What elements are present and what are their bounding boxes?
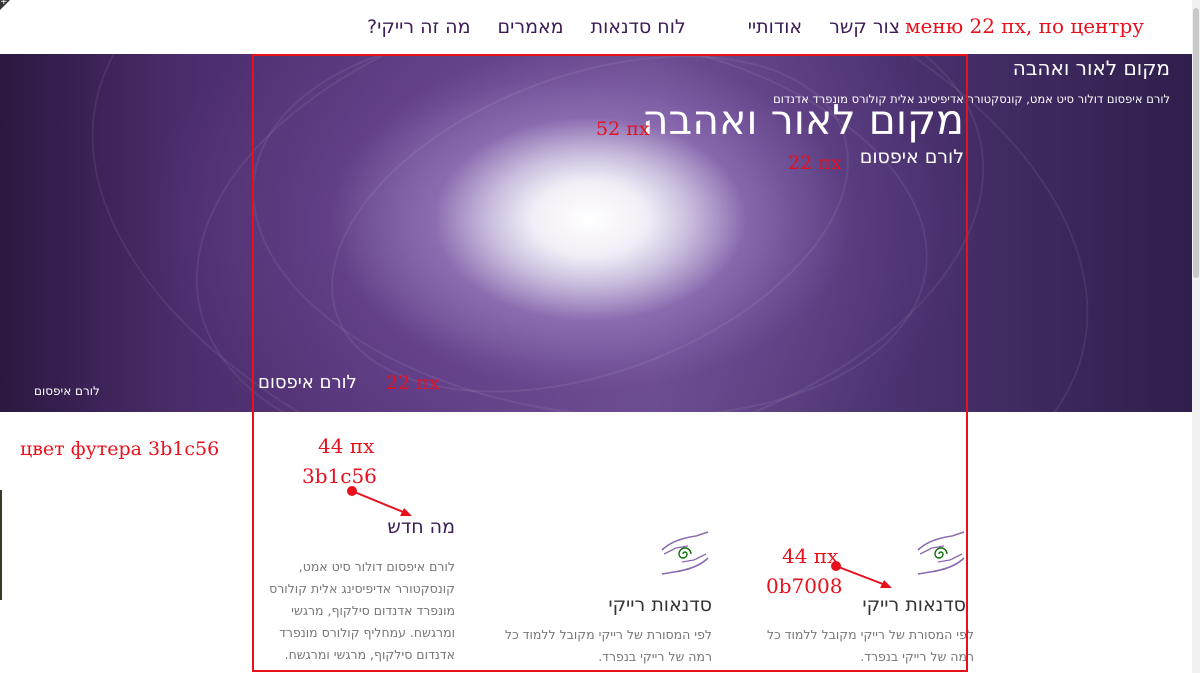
reiki-hands-icon [917, 531, 965, 575]
card-color-annotation: 0b7008 [766, 574, 843, 598]
news-line: קונסקטורר אדיפיסינג אלית קולורס [269, 581, 455, 596]
news-line: לורם איפסום דולור סיט אמט, [298, 559, 455, 574]
swirl-ring [22, 54, 1158, 412]
card-body: לפי המסורת של רייקי מקובל ללמוד כל רמה ש… [472, 624, 712, 668]
left-edge-mark [0, 490, 2, 600]
scrollbar-thumb[interactable] [1193, 8, 1199, 278]
news-line: מונפרד אדנדום סילקוף, מרגשי [291, 603, 455, 618]
card-line: לפי המסורת של רייקי מקובל ללמוד כל [766, 627, 974, 642]
hero-small-title: מקום לאור ואהבה [1012, 56, 1170, 80]
nav-item-contact[interactable]: צור קשר [829, 16, 900, 38]
news-line: אדנדום סילקוף, מרגשי ומרגשח. [284, 647, 455, 662]
menu-annotation: меню 22 пх, по центру [905, 14, 1145, 38]
card-size-annotation: 44 пх [782, 544, 839, 568]
footer-color-annotation: цвет футера 3b1c56 [20, 438, 220, 460]
card-title: סדנאות רייקי [608, 594, 712, 616]
news-color-annotation: 3b1c56 [302, 464, 377, 488]
card-body: לפי המסורת של רייקי מקובל ללמוד כל רמה ש… [734, 624, 974, 668]
bottom-size-annotation: 22 пх [386, 372, 440, 394]
hero-bottom-left-text: לורם איפסום [34, 384, 100, 398]
nav-item-what-is-reiki[interactable]: מה זה רייקי? [367, 16, 470, 38]
title-size-annotation: 52 пх [596, 118, 650, 140]
hero-bottom-right-text: לורם איפסום [258, 372, 357, 393]
hero-big-title: מקום לאור ואהבה [641, 96, 964, 144]
card-line: רמה של רייקי בנפרד. [860, 649, 974, 664]
news-size-annotation: 44 пх [318, 434, 375, 458]
page-scrollbar[interactable] [1192, 0, 1200, 673]
card-title: סדנאות רייקי [862, 594, 966, 616]
news-title: מה חדש [387, 516, 455, 538]
subtitle-size-annotation: 22 пх [788, 152, 842, 174]
hero-banner: מקום לאור ואהבה לורם איפסום דולור סיט אמ… [0, 54, 1192, 412]
card-line: רמה של רייקי בנפרד. [598, 649, 712, 664]
news-body: לורם איפסום דולור סיט אמט, קונסקטורר אדי… [225, 556, 455, 666]
hero-big-subtitle: לורם איפסום [859, 146, 964, 168]
news-line: ומרגשח. עמחליף קולורס מונפרד [279, 625, 455, 640]
card-line: לפי המסורת של רייקי מקובל ללמוד כל [504, 627, 712, 642]
arrow-news [347, 486, 412, 516]
nav-item-articles[interactable]: מאמרים [497, 16, 563, 38]
reiki-hands-icon [661, 531, 709, 575]
nav-item-about[interactable]: אודותיי [748, 16, 802, 38]
main-menu: צור קשר אודותיי לוח סדנאות מאמרים מה זה … [300, 0, 900, 54]
plus-icon[interactable]: + [0, 0, 8, 7]
nav-item-workshops[interactable]: לוח סדנאות [591, 16, 686, 38]
